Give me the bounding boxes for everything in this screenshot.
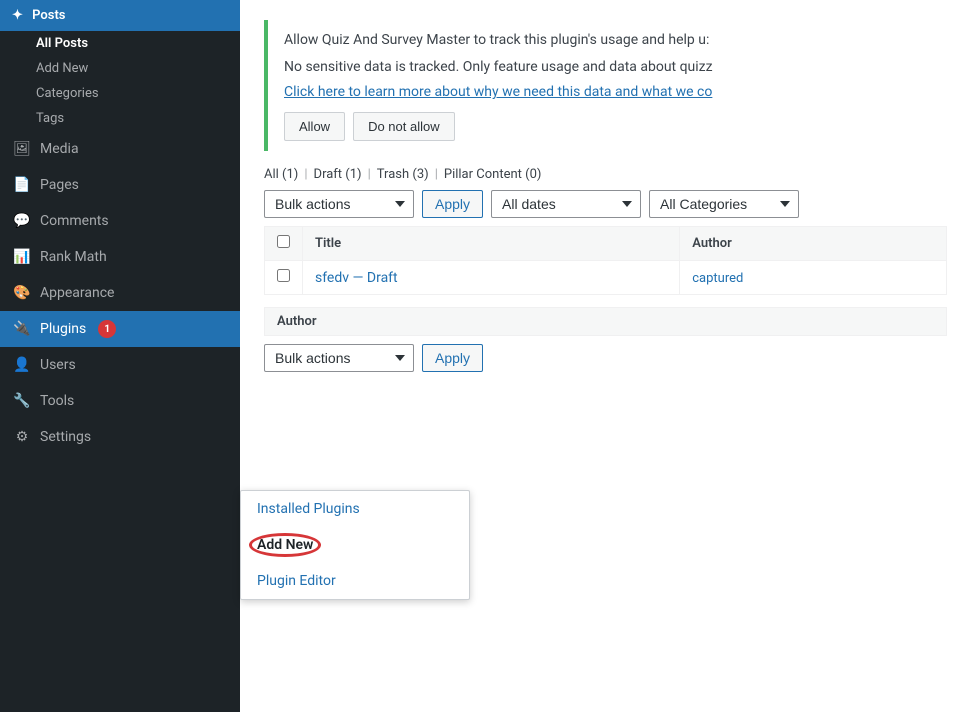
sidebar: ✦ Posts All Posts Add New Categories Tag…: [0, 0, 240, 712]
posts-icon: ✦: [12, 8, 23, 23]
author-link[interactable]: captured: [692, 271, 743, 286]
plugins-submenu-editor[interactable]: Plugin Editor: [241, 563, 469, 599]
post-title-cell: sfedv — Draft: [303, 261, 680, 295]
bulk-actions-top-select[interactable]: Bulk actions: [264, 190, 414, 218]
content-area: Allow Quiz And Survey Master to track th…: [240, 0, 971, 712]
sidebar-item-media[interactable]: 🖼 Media: [0, 131, 240, 167]
sidebar-item-settings[interactable]: ⚙ Settings: [0, 419, 240, 455]
row-checkbox-cell[interactable]: [265, 261, 303, 295]
notification-bar: Allow Quiz And Survey Master to track th…: [264, 20, 947, 151]
sidebar-posts-header: ✦ Posts: [0, 0, 240, 31]
sidebar-item-plugins[interactable]: 🔌 Plugins 1: [0, 311, 240, 347]
sidebar-item-all-posts[interactable]: All Posts: [0, 31, 240, 56]
post-author-cell: captured: [680, 261, 947, 295]
sidebar-item-users[interactable]: 👤 Users: [0, 347, 240, 383]
sidebar-item-appearance[interactable]: 🎨 Appearance: [0, 275, 240, 311]
comments-icon: 💬: [12, 211, 32, 231]
apply-top-button[interactable]: Apply: [422, 190, 483, 218]
sidebar-item-add-new[interactable]: Add New: [0, 56, 240, 81]
plugins-submenu: Installed Plugins Add New Plugin Editor: [240, 490, 470, 600]
plugins-icon: 🔌: [12, 319, 32, 339]
table-header-row: Title Author: [265, 227, 947, 261]
select-all-checkbox[interactable]: [277, 235, 290, 248]
sidebar-item-comments[interactable]: 💬 Comments: [0, 203, 240, 239]
pages-icon: 📄: [12, 175, 32, 195]
rank-math-icon: 📊: [12, 247, 32, 267]
main-content: Allow Quiz And Survey Master to track th…: [240, 0, 971, 712]
post-title-link[interactable]: sfedv — Draft: [315, 270, 398, 286]
author-column-header[interactable]: Author: [680, 227, 947, 261]
filter-pillar[interactable]: Pillar Content (0): [444, 167, 542, 182]
plugins-badge: 1: [98, 320, 116, 338]
notification-text1: Allow Quiz And Survey Master to track th…: [284, 30, 931, 51]
plugins-submenu-installed[interactable]: Installed Plugins: [241, 491, 469, 527]
settings-icon: ⚙: [12, 427, 32, 447]
do-not-allow-button[interactable]: Do not allow: [353, 112, 455, 141]
apply-bottom-button[interactable]: Apply: [422, 344, 483, 372]
filter-trash[interactable]: Trash (3): [377, 167, 429, 182]
sidebar-item-tags[interactable]: Tags: [0, 106, 240, 131]
notification-buttons: Allow Do not allow: [284, 112, 931, 141]
table-top-controls: Bulk actions Apply All dates All Categor…: [264, 190, 947, 218]
sidebar-item-rank-math[interactable]: 📊 Rank Math: [0, 239, 240, 275]
notification-link[interactable]: Click here to learn more about why we ne…: [284, 84, 712, 100]
allow-button[interactable]: Allow: [284, 112, 345, 141]
appearance-icon: 🎨: [12, 283, 32, 303]
bulk-actions-bottom-select[interactable]: Bulk actions: [264, 344, 414, 372]
add-new-label: Add New: [257, 537, 313, 553]
tools-icon: 🔧: [12, 391, 32, 411]
row-checkbox[interactable]: [277, 269, 290, 282]
filter-all[interactable]: All (1): [264, 167, 298, 182]
plugins-submenu-add-new[interactable]: Add New: [241, 527, 469, 563]
bottom-author-header: Author: [264, 307, 947, 336]
sidebar-item-categories[interactable]: Categories: [0, 81, 240, 106]
sidebar-item-tools[interactable]: 🔧 Tools: [0, 383, 240, 419]
table-bottom-controls: Bulk actions Apply: [264, 344, 947, 372]
media-icon: 🖼: [12, 139, 32, 159]
all-dates-select[interactable]: All dates: [491, 190, 641, 218]
sidebar-posts-label: Posts: [32, 8, 65, 23]
notification-text2: No sensitive data is tracked. Only featu…: [284, 57, 931, 78]
posts-table: Title Author sfedv — Draft capt: [264, 226, 947, 295]
posts-filter-bar: All (1) | Draft (1) | Trash (3) | Pillar…: [264, 167, 947, 182]
filter-draft[interactable]: Draft (1): [314, 167, 362, 182]
users-icon: 👤: [12, 355, 32, 375]
all-categories-select[interactable]: All Categories: [649, 190, 799, 218]
table-row: sfedv — Draft captured: [265, 261, 947, 295]
title-column-header[interactable]: Title: [303, 227, 680, 261]
sidebar-item-pages[interactable]: 📄 Pages: [0, 167, 240, 203]
select-all-checkbox-header[interactable]: [265, 227, 303, 261]
